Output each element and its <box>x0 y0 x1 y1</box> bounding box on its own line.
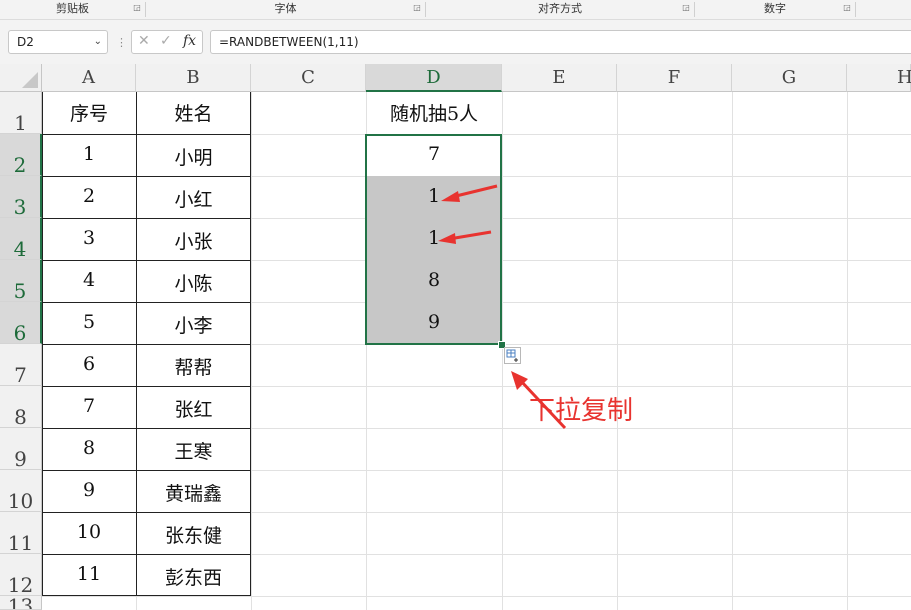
worksheet-grid: A B C D E F G H 1 2 3 4 5 6 7 8 9 10 11 … <box>0 64 911 610</box>
confirm-icon[interactable]: ✓ <box>160 33 172 49</box>
ribbon-group-clipboard[interactable]: 剪贴板 ◲ <box>0 0 145 19</box>
arrow-icon <box>441 184 498 202</box>
table-border-line <box>42 260 251 261</box>
table-border-line <box>42 470 251 471</box>
ribbon-group-number[interactable]: 数字 ◲ <box>695 0 855 19</box>
ribbon-group-label: 对齐方式 <box>538 2 582 15</box>
dialog-launcher-icon[interactable]: ◲ <box>682 4 690 12</box>
insert-function-icon[interactable]: fx <box>183 33 196 49</box>
dialog-launcher-icon[interactable]: ◲ <box>843 4 851 12</box>
table-border-line <box>42 134 251 135</box>
ribbon-bar: 剪贴板 ◲ 字体 ◲ 对齐方式 ◲ 数字 ◲ <box>0 0 911 20</box>
name-box[interactable]: D2 ⌄ <box>8 30 108 54</box>
table-border-line <box>42 554 251 555</box>
more-options-icon[interactable]: ⋮ <box>116 36 127 49</box>
dialog-launcher-icon[interactable]: ◲ <box>133 4 141 12</box>
formula-input[interactable]: =RANDBETWEEN(1,11) <box>210 30 911 54</box>
table-border-line <box>42 386 251 387</box>
ribbon-group-font[interactable]: 字体 ◲ <box>146 0 425 19</box>
arrow-icon <box>438 230 492 244</box>
formula-bar: D2 ⌄ ⋮ ✕ ✓ fx =RANDBETWEEN(1,11) <box>0 20 911 64</box>
table-border-line <box>42 218 251 219</box>
annotation-label: 下拉复制 <box>529 396 634 426</box>
table-border-line <box>42 428 251 429</box>
table-border-line <box>42 344 251 345</box>
dialog-launcher-icon[interactable]: ◲ <box>413 4 421 12</box>
ribbon-group-alignment[interactable]: 对齐方式 ◲ <box>426 0 694 19</box>
cancel-icon[interactable]: ✕ <box>138 33 150 49</box>
table-border-line <box>42 512 251 513</box>
ribbon-group-label: 剪贴板 <box>56 2 89 15</box>
ribbon-group-label: 数字 <box>764 2 786 15</box>
ribbon-group-label: 字体 <box>274 2 297 15</box>
formula-buttons: ✕ ✓ fx <box>131 30 203 54</box>
name-box-value: D2 <box>17 35 34 49</box>
table-border-line <box>42 302 251 303</box>
table-border-line <box>42 176 251 177</box>
divider <box>855 2 856 17</box>
chevron-down-icon[interactable]: ⌄ <box>94 31 102 53</box>
